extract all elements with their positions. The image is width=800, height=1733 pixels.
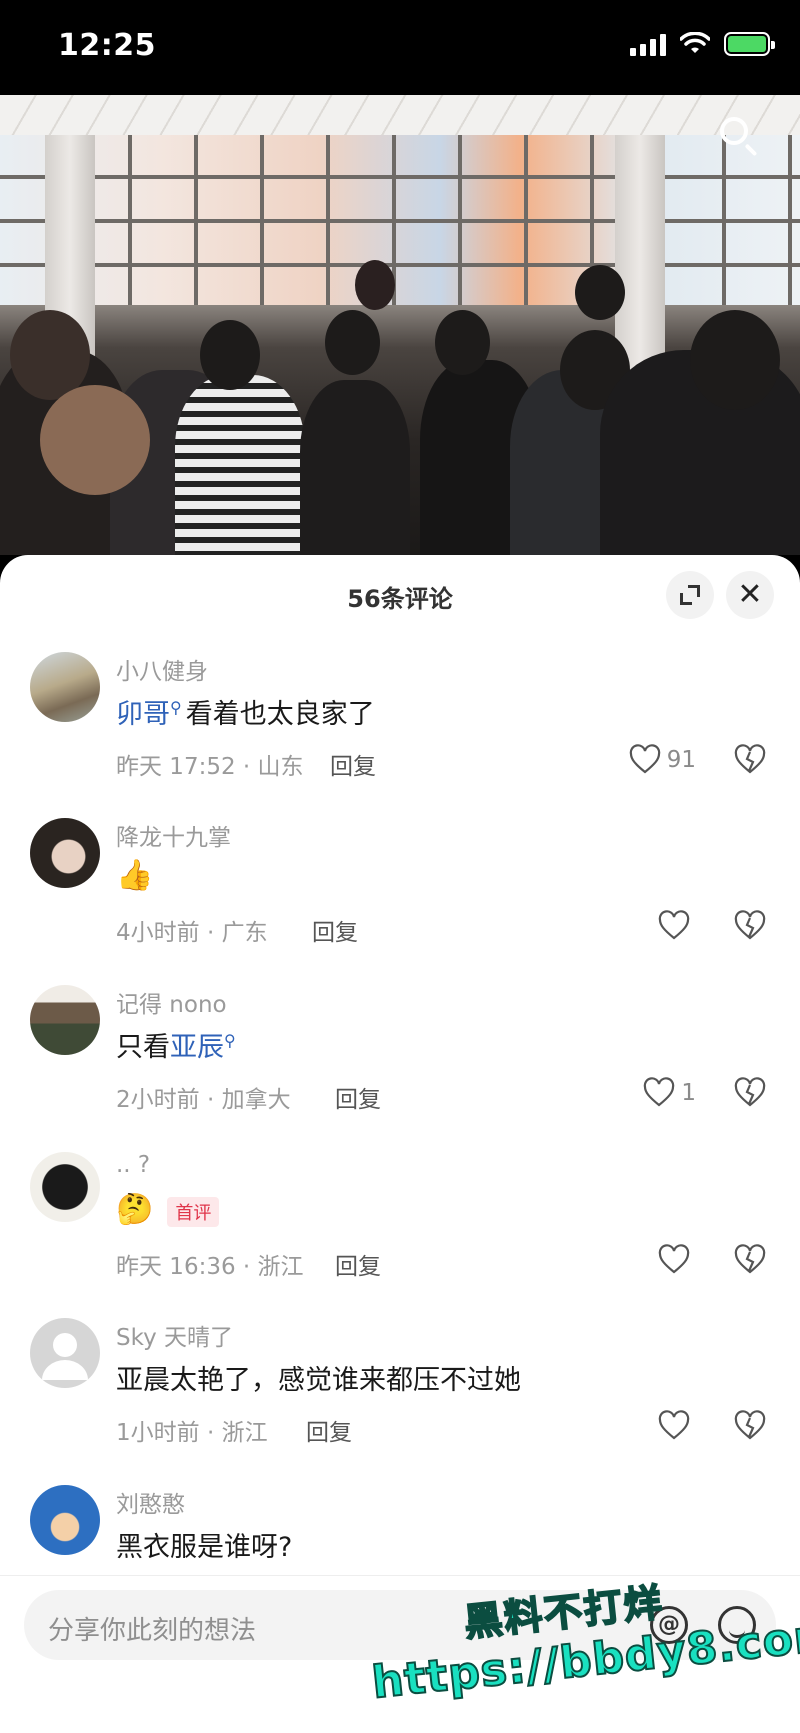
comment-input-placeholder: 分享你此刻的想法 bbox=[48, 1616, 257, 1646]
comment-username[interactable]: 降龙十九掌 bbox=[116, 818, 231, 852]
input-icons: @ bbox=[650, 1606, 756, 1644]
expand-icon bbox=[680, 585, 700, 605]
close-button[interactable]: ✕ bbox=[726, 571, 774, 619]
heart-icon bbox=[658, 1244, 690, 1274]
like-button[interactable] bbox=[658, 910, 696, 942]
heart-icon bbox=[629, 744, 660, 774]
comment-body: 只看 bbox=[116, 1032, 170, 1063]
comment-username[interactable]: .. ? bbox=[116, 1152, 150, 1178]
comment-text: 亚晨太艳了，感觉谁来都压不过她 bbox=[116, 1365, 521, 1396]
comment-meta: 2小时前 · 加拿大 bbox=[116, 1087, 291, 1113]
status-icons bbox=[630, 32, 775, 56]
video-crowd bbox=[0, 260, 800, 555]
dislike-icon[interactable] bbox=[734, 910, 766, 942]
comment-meta: 昨天 17:52 · 山东 bbox=[116, 754, 304, 780]
comment-username[interactable]: 小八健身 bbox=[116, 652, 208, 686]
thumbs-up-emoji: 👍 bbox=[116, 858, 154, 893]
search-icon: ⚲ bbox=[224, 1031, 236, 1050]
comment-input[interactable]: 分享你此刻的想法 @ bbox=[24, 1590, 776, 1660]
comment-text: 👍 bbox=[116, 858, 153, 893]
wifi-icon bbox=[680, 32, 710, 53]
avatar[interactable] bbox=[30, 818, 100, 888]
reply-button[interactable]: 回复 bbox=[306, 1413, 352, 1447]
comment-mention[interactable]: 亚辰 bbox=[170, 1032, 224, 1063]
like-button[interactable] bbox=[658, 1410, 696, 1442]
like-button[interactable]: 1 bbox=[643, 1077, 696, 1109]
comment-username[interactable]: Sky 天晴了 bbox=[116, 1318, 233, 1352]
avatar[interactable] bbox=[30, 985, 100, 1055]
close-icon: ✕ bbox=[737, 577, 763, 612]
search-icon: ⚲ bbox=[170, 698, 182, 717]
dislike-icon[interactable] bbox=[734, 1244, 766, 1276]
heart-icon bbox=[658, 1410, 690, 1440]
battery-icon bbox=[724, 32, 775, 56]
like-count: 91 bbox=[666, 747, 696, 773]
dislike-icon[interactable] bbox=[734, 1077, 766, 1109]
reply-button[interactable]: 回复 bbox=[330, 747, 376, 781]
comment-body: 看着也太良家了 bbox=[185, 699, 375, 730]
video-background-windows bbox=[0, 135, 800, 305]
comment-text: 黑衣服是谁呀? bbox=[116, 1532, 293, 1563]
dislike-icon[interactable] bbox=[734, 1410, 766, 1442]
first-comment-badge: 首评 bbox=[167, 1196, 220, 1227]
expand-button[interactable] bbox=[666, 571, 714, 619]
comment-mention[interactable]: 卯哥 bbox=[116, 699, 170, 730]
comment-text: 卯哥⚲ 看着也太良家了 bbox=[116, 692, 375, 731]
comment-text: 只看亚辰⚲ bbox=[116, 1025, 240, 1064]
comment-input-bar: 分享你此刻的想法 @ bbox=[0, 1575, 800, 1733]
comment-username[interactable]: 记得 nono bbox=[116, 985, 227, 1019]
comment-meta: 4小时前 · 广东 bbox=[116, 920, 268, 946]
like-count: 1 bbox=[681, 1080, 696, 1106]
comment-text: 🤔 首评 bbox=[116, 1192, 220, 1227]
reply-button[interactable]: 回复 bbox=[335, 1080, 381, 1114]
status-time: 12:25 bbox=[58, 28, 156, 63]
avatar[interactable] bbox=[30, 652, 100, 722]
heart-icon bbox=[644, 1077, 675, 1107]
search-icon[interactable] bbox=[720, 117, 760, 157]
like-button[interactable] bbox=[658, 1244, 696, 1276]
default-avatar-icon bbox=[42, 1333, 88, 1380]
comment-meta: 昨天 16:36 · 浙江 bbox=[116, 1254, 304, 1280]
comment-username[interactable]: 刘憨憨 bbox=[116, 1485, 185, 1519]
signal-icon bbox=[630, 32, 666, 56]
emoji-icon[interactable] bbox=[718, 1606, 756, 1644]
reply-button[interactable]: 回复 bbox=[312, 913, 358, 947]
avatar[interactable] bbox=[30, 1485, 100, 1555]
comments-header: 56条评论 ✕ bbox=[0, 555, 800, 635]
heart-icon bbox=[658, 910, 690, 940]
avatar[interactable] bbox=[30, 1152, 100, 1222]
mention-icon[interactable]: @ bbox=[650, 1606, 688, 1644]
reply-button[interactable]: 回复 bbox=[335, 1247, 381, 1281]
like-button[interactable]: 91 bbox=[629, 744, 696, 776]
comments-sheet: 56条评论 ✕ 小八健身 卯哥⚲ 看着也太良家了 昨天 17:52 · 山东 回复… bbox=[0, 555, 800, 1733]
status-bar: 12:25 bbox=[0, 0, 800, 95]
dislike-icon[interactable] bbox=[734, 744, 766, 776]
avatar[interactable] bbox=[30, 1318, 100, 1388]
comment-meta: 1小时前 · 浙江 bbox=[116, 1420, 268, 1446]
video-player[interactable] bbox=[0, 95, 800, 555]
thinking-emoji: 🤔 bbox=[116, 1192, 154, 1227]
video-ceiling bbox=[0, 95, 800, 135]
